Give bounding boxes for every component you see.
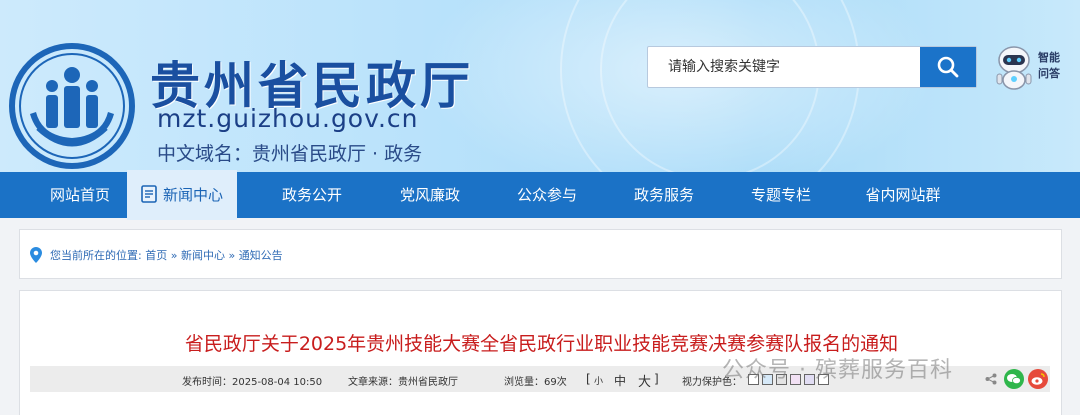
nav-item-news-label: 新闻中心 — [162, 186, 223, 204]
breadcrumb-prefix: 您当前所在的位置: — [50, 249, 142, 262]
document-icon — [141, 185, 157, 203]
nav-item-home[interactable]: 网站首页 — [30, 172, 130, 218]
font-bracket-close: ] — [654, 372, 659, 386]
robot-assistant-icon[interactable] — [993, 44, 1035, 90]
main-nav: 网站首页 新闻中心 政务公开 党风廉政 公众参与 政务服务 专题专栏 省内网站群 — [0, 170, 1080, 220]
site-domain: mzt.guizhou.gov.cn — [157, 104, 419, 133]
smart-qa-label[interactable]: 智能 问答 — [1038, 50, 1068, 82]
chinese-domain-name: 中文域名：贵州省民政厅 · 政务 — [157, 143, 423, 165]
font-size-medium-button[interactable]: 中 — [614, 372, 626, 389]
breadcrumb-path: 您当前所在的位置: 首页 » 新闻中心 » 通知公告 — [50, 247, 283, 263]
search-button[interactable] — [920, 47, 976, 87]
wechat-share-icon[interactable] — [1004, 369, 1024, 389]
font-bracket-open: [ — [586, 372, 591, 386]
font-size-small-button[interactable]: 小 — [594, 374, 603, 387]
breadcrumb-separator: » — [228, 249, 236, 262]
search-box — [647, 46, 977, 88]
site-header: 贵州省民政厅 mzt.guizhou.gov.cn 中文域名：贵州省民政厅 · … — [0, 0, 1080, 172]
nav-item-public-participation[interactable]: 公众参与 — [497, 172, 597, 218]
nav-item-special-topics[interactable]: 专题专栏 — [731, 172, 831, 218]
breadcrumb-item-home[interactable]: 首页 — [145, 249, 167, 262]
breadcrumb-item-notices[interactable]: 通知公告 — [239, 249, 283, 262]
breadcrumb: 您当前所在的位置: 首页 » 新闻中心 » 通知公告 — [19, 229, 1062, 279]
civil-affairs-emblem-icon — [9, 43, 135, 169]
font-size-large-button[interactable]: 大 — [638, 371, 651, 390]
view-count: 浏览量：69次 — [504, 377, 567, 388]
search-icon — [937, 56, 959, 78]
location-pin-icon — [30, 247, 42, 263]
nav-item-gov-services[interactable]: 政务服务 — [614, 172, 714, 218]
article-source: 文章来源：贵州省民政厅 — [348, 377, 458, 388]
breadcrumb-separator: » — [170, 249, 178, 262]
publish-time: 发布时间：2025-08-04 10:50 — [182, 377, 323, 388]
nav-item-party-integrity[interactable]: 党风廉政 — [380, 172, 480, 218]
nav-item-site-group[interactable]: 省内网站群 — [848, 172, 958, 218]
weibo-share-icon[interactable] — [1028, 369, 1048, 389]
nav-item-gov-affairs[interactable]: 政务公开 — [262, 172, 362, 218]
share-icon[interactable] — [985, 373, 997, 385]
search-input[interactable] — [648, 47, 920, 87]
nav-item-news[interactable]: 新闻中心 — [127, 170, 237, 220]
watermark-text: 公众号 · 殡葬服务百科 — [722, 358, 953, 383]
breadcrumb-item-news[interactable]: 新闻中心 — [181, 249, 225, 262]
